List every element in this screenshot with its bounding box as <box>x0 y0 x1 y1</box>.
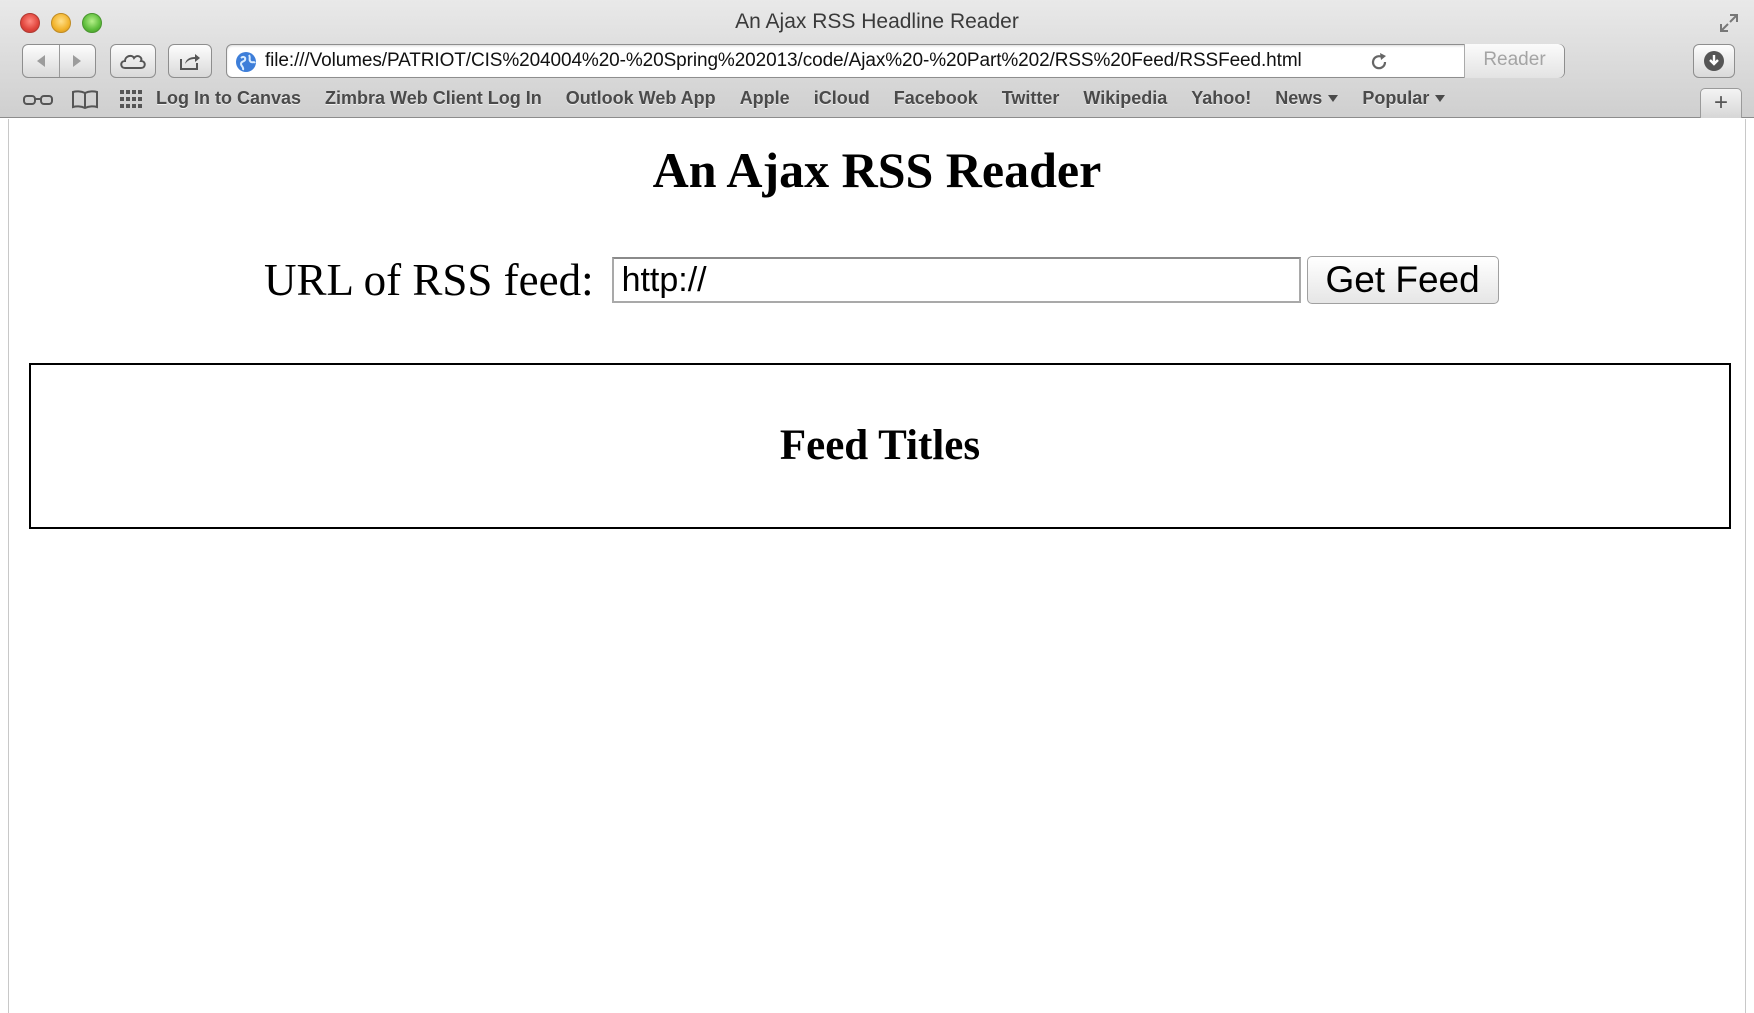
fullscreen-icon[interactable] <box>1718 12 1740 34</box>
bookmark-label: Facebook <box>893 88 978 108</box>
bookmark-item[interactable]: Zimbra Web Client Log In <box>325 88 542 109</box>
back-button[interactable] <box>23 45 59 77</box>
get-feed-button[interactable]: Get Feed <box>1306 256 1499 304</box>
bookmark-label: Twitter <box>1001 88 1060 108</box>
grid-icon <box>120 90 142 108</box>
bookmark-label: Apple <box>739 88 790 108</box>
feed-url-form: URL of RSS feed: Get Feed <box>264 254 1499 306</box>
bookmark-label: Yahoo! <box>1191 88 1252 108</box>
bookmarks-bar: Log In to Canvas Zimbra Web Client Log In… <box>0 82 1754 118</box>
globe-icon <box>236 52 256 72</box>
window-title: An Ajax RSS Headline Reader <box>735 10 1019 33</box>
chevron-down-icon <box>1435 95 1446 102</box>
feed-titles-panel: Feed Titles <box>29 363 1731 529</box>
bookmark-list: Log In to Canvas Zimbra Web Client Log In… <box>156 88 1469 109</box>
back-forward-buttons <box>22 44 96 78</box>
toolbar: file:///Volumes/PATRIOT/CIS%204004%20-%2… <box>0 44 1754 80</box>
new-tab-button[interactable]: + <box>1700 88 1742 118</box>
bookmark-label: News <box>1275 88 1323 108</box>
download-icon <box>1704 51 1724 71</box>
bookmark-label: Log In to Canvas <box>156 88 302 108</box>
icloud-tabs-button[interactable] <box>110 44 156 78</box>
bookmark-label: Zimbra Web Client Log In <box>325 88 542 108</box>
page-title: An Ajax RSS Reader <box>652 142 1102 198</box>
bookmark-label: Wikipedia <box>1083 88 1168 108</box>
reader-button[interactable]: Reader <box>1464 44 1564 78</box>
bookmark-item[interactable]: Yahoo! <box>1191 88 1251 109</box>
forward-button[interactable] <box>58 45 95 77</box>
bookmark-item[interactable]: Twitter <box>1002 88 1060 109</box>
reading-glasses-icon <box>23 95 53 105</box>
reload-icon[interactable] <box>1368 51 1390 73</box>
bookmark-label: iCloud <box>813 88 870 108</box>
share-button[interactable] <box>168 44 212 78</box>
downloads-button[interactable] <box>1693 44 1735 78</box>
browser-chrome: An Ajax RSS Headline Reader file:///Volu… <box>0 0 1754 118</box>
feed-url-label: URL of RSS feed: <box>264 255 594 305</box>
back-arrow-icon <box>36 55 45 67</box>
chevron-down-icon <box>1328 95 1339 102</box>
page-content: An Ajax RSS Reader URL of RSS feed: Get … <box>8 119 1746 1013</box>
bookmark-item[interactable]: News <box>1275 88 1339 109</box>
bookmark-label: Popular <box>1362 88 1430 108</box>
feed-url-input[interactable] <box>611 257 1301 303</box>
title-bar: An Ajax RSS Headline Reader <box>0 0 1754 44</box>
cloud-icon <box>120 54 146 69</box>
bookmark-item[interactable]: Outlook Web App <box>566 88 716 109</box>
forward-arrow-icon <box>73 55 82 67</box>
url-text[interactable]: file:///Volumes/PATRIOT/CIS%204004%20-%2… <box>265 50 1302 72</box>
bookmark-item[interactable]: Log In to Canvas <box>156 88 301 109</box>
top-sites-button[interactable] <box>120 86 144 112</box>
feed-titles-heading: Feed Titles <box>779 422 981 469</box>
bookmark-item[interactable]: Popular <box>1362 88 1446 109</box>
bookmark-label: Outlook Web App <box>565 88 716 108</box>
show-bookmarks-button[interactable] <box>70 86 100 112</box>
share-icon <box>180 54 200 70</box>
bookmark-item[interactable]: Apple <box>740 88 790 109</box>
bookmark-item[interactable]: Facebook <box>894 88 978 109</box>
bookmark-item[interactable]: Wikipedia <box>1083 88 1167 109</box>
reading-list-button[interactable] <box>22 86 54 112</box>
book-icon <box>72 90 98 109</box>
address-bar[interactable]: file:///Volumes/PATRIOT/CIS%204004%20-%2… <box>226 44 1565 78</box>
bookmark-item[interactable]: iCloud <box>814 88 870 109</box>
